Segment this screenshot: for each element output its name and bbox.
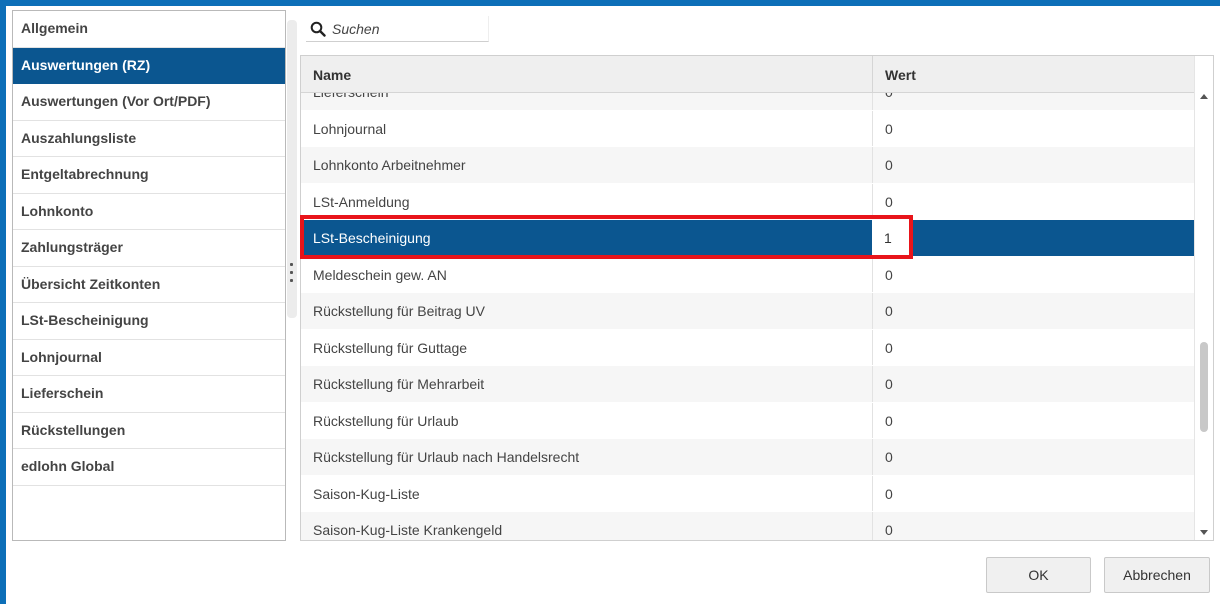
sidebar-item[interactable]: Lieferschein — [13, 376, 285, 413]
sidebar-item[interactable]: LSt-Bescheinigung — [13, 303, 285, 340]
row-value: 0 — [885, 412, 893, 429]
table-row[interactable]: Rückstellung für Urlaub nach Handelsrech… — [301, 439, 1194, 476]
sidebar-item[interactable]: Lohnjournal — [13, 340, 285, 376]
row-name: Lohnkonto Arbeitnehmer — [313, 157, 466, 173]
table-row[interactable]: Meldeschein gew. AN 0 — [301, 256, 1194, 293]
table-header: Name Wert — [301, 56, 1194, 93]
scrollbar-thumb[interactable] — [1200, 342, 1208, 432]
sidebar-item[interactable]: Auszahlungsliste — [13, 121, 285, 157]
scroll-up-icon[interactable] — [1200, 94, 1208, 99]
grip-dot — [290, 263, 293, 266]
row-value: 0 — [885, 157, 893, 173]
table-row[interactable]: Lohnkonto Arbeitnehmer 0 — [301, 147, 1194, 184]
table-body: Lieferschein0Lohnjournal0Lohnkonto Arbei… — [301, 93, 1194, 540]
sidebar-item[interactable]: Allgemein — [13, 11, 285, 48]
row-name: LSt-Bescheinigung — [313, 230, 431, 246]
sidebar-item[interactable]: Zahlungsträger — [13, 230, 285, 267]
row-name: LSt-Anmeldung — [313, 193, 410, 210]
row-name: Rückstellung für Urlaub nach Handelsrech… — [313, 449, 580, 465]
column-header-name[interactable]: Name — [313, 67, 351, 83]
row-name: Meldeschein gew. AN — [313, 266, 447, 283]
scroll-down-icon[interactable] — [1200, 530, 1208, 535]
sidebar-item[interactable]: Lohnkonto — [13, 194, 285, 230]
sidebar-item[interactable]: Übersicht Zeitkonten — [13, 267, 285, 303]
grip-dot — [290, 271, 293, 274]
row-value: 0 — [885, 120, 893, 137]
sidebar-item[interactable]: Rückstellungen — [13, 413, 285, 449]
table-row[interactable]: Lieferschein 0 — [301, 93, 1194, 111]
table-row[interactable]: Saison-Kug-Liste Krankengeld 0 — [301, 512, 1194, 540]
sidebar-item[interactable]: Auswertungen (Vor Ort/PDF) — [13, 84, 285, 121]
column-header-wert[interactable]: Wert — [885, 67, 916, 83]
row-value: 0 — [885, 193, 893, 210]
row-name: Lieferschein — [313, 93, 389, 100]
row-value: 0 — [885, 339, 893, 356]
row-value: 0 — [885, 449, 893, 465]
vertical-scrollbar[interactable] — [1194, 56, 1213, 540]
row-name: Rückstellung für Beitrag UV — [313, 303, 485, 319]
window-frame-left — [0, 0, 6, 604]
row-value: 0 — [885, 93, 893, 100]
table-row[interactable]: Lohnjournal 0 — [301, 110, 1194, 147]
sidebar-item[interactable]: Auswertungen (RZ) — [13, 47, 285, 84]
search-input[interactable]: Suchen — [306, 16, 489, 42]
table-row[interactable]: Rückstellung für Guttage 0 — [301, 329, 1194, 366]
table-row[interactable]: Rückstellung für Urlaub 0 — [301, 402, 1194, 439]
search-placeholder: Suchen — [332, 20, 380, 37]
row-name: Rückstellung für Guttage — [313, 339, 468, 356]
table-row[interactable]: Rückstellung für Beitrag UV 0 — [301, 293, 1194, 330]
row-value: 0 — [885, 266, 893, 283]
ok-button[interactable]: OK — [986, 557, 1091, 593]
row-name: Saison-Kug-Liste — [313, 485, 420, 502]
row-name: Rückstellung für Mehrarbeit — [313, 376, 485, 392]
cancel-button[interactable]: Abbrechen — [1104, 557, 1210, 593]
row-value: 0 — [885, 485, 893, 502]
grip-dot — [290, 279, 293, 282]
magnifier-icon — [310, 21, 326, 37]
row-name: Rückstellung für Urlaub — [313, 412, 459, 429]
table-row[interactable]: LSt-Bescheinigung 1 — [301, 220, 1194, 257]
table-row[interactable]: Rückstellung für Mehrarbeit 0 — [301, 366, 1194, 403]
window-frame-top — [0, 0, 1220, 6]
sidebar-item[interactable]: edlohn Global — [13, 449, 285, 486]
row-value: 0 — [885, 376, 893, 392]
category-sidebar: Allgemein Auswertungen (RZ) Auswertungen (… — [12, 10, 286, 541]
value-editor[interactable]: 1 — [872, 220, 912, 256]
row-name: Lohnjournal — [313, 120, 387, 137]
settings-table: Name Wert Lieferschein0Lohnjournal0Lohnk… — [300, 55, 1214, 541]
table-row[interactable]: Saison-Kug-Liste 0 — [301, 475, 1194, 512]
row-value: 0 — [885, 522, 893, 538]
row-value: 1 — [884, 230, 892, 246]
row-name: Saison-Kug-Liste Krankengeld — [313, 522, 503, 538]
sidebar-item[interactable]: Entgeltabrechnung — [13, 157, 285, 194]
table-row[interactable]: LSt-Anmeldung 0 — [301, 183, 1194, 220]
row-value: 0 — [885, 303, 893, 319]
